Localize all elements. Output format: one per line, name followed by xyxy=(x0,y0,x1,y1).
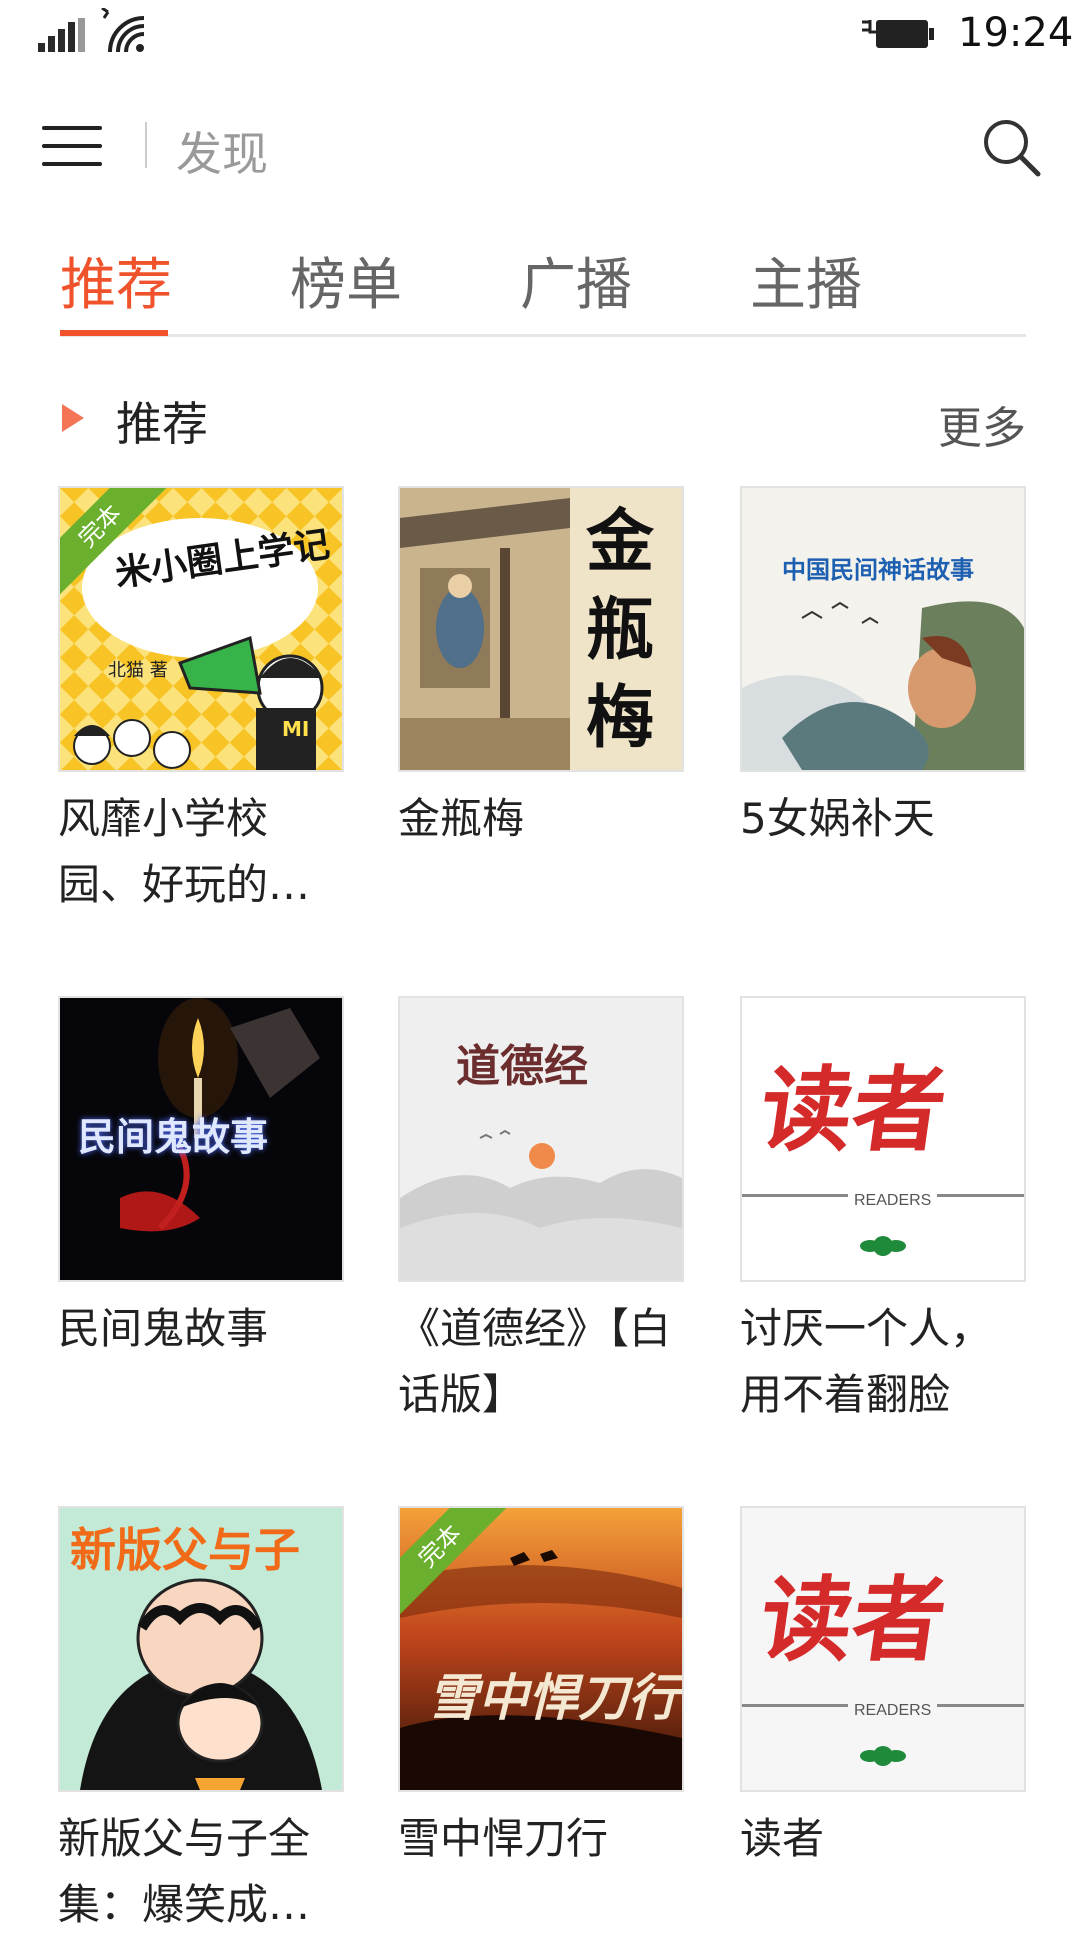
book-title: 5女娲补天 xyxy=(740,794,935,843)
book-title: 读者 xyxy=(740,1814,825,1863)
book-card[interactable]: 道德经 《道德经》【白话版】 xyxy=(398,996,684,1428)
status-time: 19:24 xyxy=(958,10,1074,56)
search-icon[interactable] xyxy=(980,116,1042,178)
svg-text:MI: MI xyxy=(282,717,309,741)
book-card[interactable]: MI 米小圈上学记 北猫 著 完本 风靡小学校园、好玩的… xyxy=(58,486,344,918)
cover-subtitle: READERS xyxy=(848,1192,938,1210)
more-link[interactable]: 更多 xyxy=(938,392,1026,456)
book-cover[interactable]: 道德经 xyxy=(398,996,684,1282)
cover-author: 北猫 著 xyxy=(108,660,168,681)
book-card[interactable]: 中国民间神话故事 5女娲补天 xyxy=(740,486,1026,852)
play-triangle-icon xyxy=(62,404,84,432)
book-title: 金瓶梅 xyxy=(398,794,525,843)
book-card[interactable]: 金瓶梅 金瓶梅 xyxy=(398,486,684,852)
book-card[interactable]: 读者 READERS 讨厌一个人，用不着翻脸 xyxy=(740,996,1026,1428)
status-bar: 19:24 xyxy=(0,0,1080,70)
book-title: 雪中悍刀行 xyxy=(398,1814,609,1863)
book-cover[interactable]: 读者 READERS xyxy=(740,996,1026,1282)
tab-divider xyxy=(60,334,1026,337)
hamburger-menu-icon[interactable] xyxy=(42,126,102,168)
cover-subtitle: READERS xyxy=(848,1702,938,1720)
active-tab-indicator xyxy=(60,330,168,336)
section-title: 推荐 xyxy=(116,397,208,451)
battery-icon xyxy=(862,20,934,48)
cover-title: 新版父与子 xyxy=(70,1523,300,1577)
header-divider xyxy=(145,122,147,168)
cover-title: 道德经 xyxy=(456,1041,588,1092)
book-card[interactable]: 民间鬼故事 民间鬼故事 xyxy=(58,996,344,1362)
tab-bar: 推荐 榜单 广播 主播 xyxy=(60,240,1026,340)
book-title: 《道德经》【白话版】 xyxy=(398,1304,672,1419)
book-card[interactable]: 新版父与子 新版父与子全集：爆笑成… xyxy=(58,1506,344,1938)
signal-icon xyxy=(38,18,86,52)
wifi-icon xyxy=(101,8,145,53)
book-cover[interactable]: 中国民间神话故事 xyxy=(740,486,1026,772)
book-cover[interactable]: 金瓶梅 xyxy=(398,486,684,772)
cover-title: 读者 xyxy=(753,1566,953,1674)
book-cover[interactable]: 新版父与子 xyxy=(58,1506,344,1792)
cover-title: 中国民间神话故事 xyxy=(782,555,974,584)
book-title: 民间鬼故事 xyxy=(58,1304,269,1353)
page-title: 发现 xyxy=(176,127,268,181)
tab-rankings[interactable]: 榜单 xyxy=(290,240,402,321)
cover-title: 雪中悍刀行 xyxy=(428,1668,678,1727)
section-header: 推荐 更多 xyxy=(60,388,1026,454)
book-cover[interactable]: 民间鬼故事 xyxy=(58,996,344,1282)
book-cover[interactable]: 雪中悍刀行 完本 xyxy=(398,1506,684,1792)
book-cover[interactable]: MI 米小圈上学记 北猫 著 完本 xyxy=(58,486,344,772)
tab-recommend[interactable]: 推荐 xyxy=(60,240,172,321)
book-cover[interactable]: 读者 READERS xyxy=(740,1506,1026,1792)
app-header: 发现 xyxy=(0,100,1080,190)
book-title: 风靡小学校园、好玩的… xyxy=(58,794,311,909)
book-title: 新版父与子全集：爆笑成… xyxy=(58,1814,311,1929)
tab-broadcast[interactable]: 广播 xyxy=(520,240,632,321)
cover-title: 金瓶梅 xyxy=(586,502,655,758)
book-card[interactable]: 读者 READERS 读者 xyxy=(740,1506,1026,1872)
book-title: 讨厌一个人，用不着翻脸 xyxy=(740,1304,993,1419)
cover-title: 读者 xyxy=(753,1056,953,1164)
tab-hosts[interactable]: 主播 xyxy=(750,240,862,321)
book-card[interactable]: 雪中悍刀行 完本 雪中悍刀行 xyxy=(398,1506,684,1872)
cover-title: 民间鬼故事 xyxy=(78,1114,269,1159)
